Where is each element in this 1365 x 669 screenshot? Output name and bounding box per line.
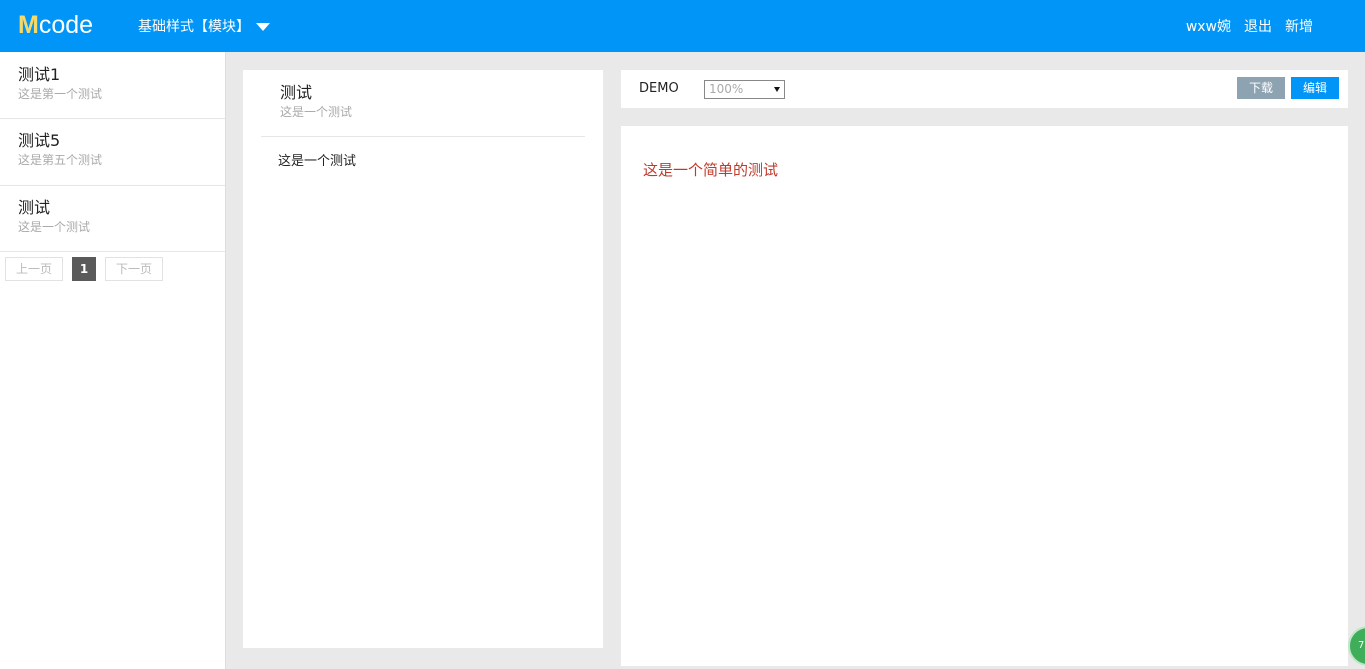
demo-label: DEMO — [639, 81, 679, 96]
preview-pane: 这是一个简单的测试 — [621, 126, 1348, 666]
download-button[interactable]: 下载 — [1237, 77, 1285, 99]
logout-link[interactable]: 退出 — [1244, 16, 1272, 36]
user-nav: wxw婉 退出 新增 — [1186, 16, 1313, 36]
chevron-down-icon — [256, 23, 270, 31]
sidebar-item-subtitle: 这是第五个测试 — [18, 153, 103, 167]
module-dropdown[interactable]: 基础样式【模块】 — [138, 15, 270, 37]
sidebar-item-title: 测试5 — [18, 131, 61, 150]
detail-title: 测试 — [280, 83, 313, 102]
sidebar: 测试1 这是第一个测试 测试5 这是第五个测试 测试 这是一个测试 上一页 1 … — [0, 52, 226, 669]
zoom-select[interactable]: 100% — [704, 80, 785, 99]
detail-header: 测试 这是一个测试 — [261, 70, 585, 137]
preview-toolbar: DEMO 100% 下载 编辑 — [621, 70, 1348, 108]
sidebar-item-0[interactable]: 测试1 这是第一个测试 — [0, 62, 225, 119]
next-page-button[interactable]: 下一页 — [105, 257, 164, 281]
floating-badge[interactable]: 71 — [1348, 626, 1365, 666]
detail-body: 这是一个测试 — [278, 154, 357, 169]
user-link[interactable]: wxw婉 — [1186, 16, 1231, 36]
sidebar-item-title: 测试1 — [18, 65, 61, 84]
pagination: 上一页 1 下一页 — [0, 252, 225, 281]
logo-m: M — [18, 11, 39, 39]
top-header: Mcode 基础样式【模块】 wxw婉 退出 新增 — [0, 0, 1365, 52]
edit-button[interactable]: 编辑 — [1291, 77, 1339, 99]
preview-text: 这是一个简单的测试 — [643, 161, 779, 179]
logo-text: code — [38, 11, 94, 39]
sidebar-item-1[interactable]: 测试5 这是第五个测试 — [0, 119, 225, 186]
prev-page-button[interactable]: 上一页 — [5, 257, 64, 281]
sidebar-item-2[interactable]: 测试 这是一个测试 — [0, 186, 225, 252]
detail-subtitle: 这是一个测试 — [280, 105, 353, 119]
module-dropdown-label: 基础样式【模块】 — [138, 19, 250, 35]
detail-panel: 测试 这是一个测试 这是一个测试 — [243, 70, 603, 648]
sidebar-item-title: 测试 — [18, 197, 51, 217]
page-number-current[interactable]: 1 — [72, 257, 97, 281]
sidebar-item-subtitle: 这是一个测试 — [18, 219, 91, 234]
sidebar-item-subtitle: 这是第一个测试 — [18, 87, 103, 101]
zoom-value: 100% — [709, 82, 744, 96]
caret-down-icon — [774, 87, 780, 92]
logo[interactable]: Mcode — [18, 11, 93, 39]
add-link[interactable]: 新增 — [1285, 16, 1313, 36]
